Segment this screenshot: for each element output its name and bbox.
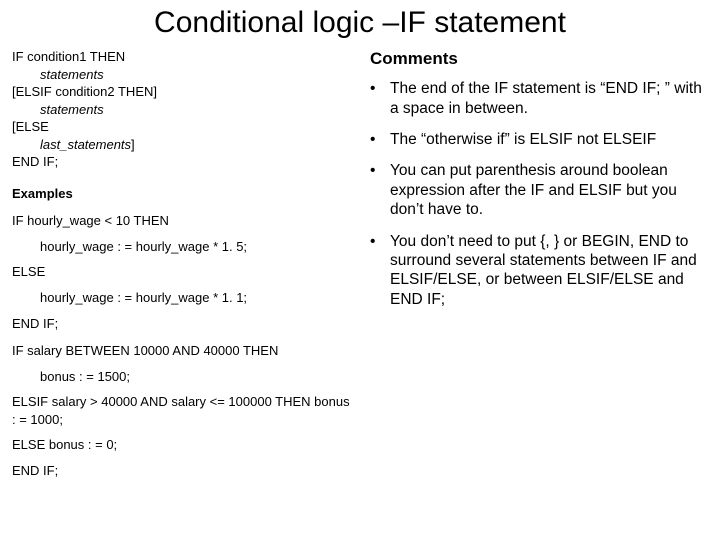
syntax-line-5: [ELSE [12, 118, 350, 136]
bullet-icon: • [370, 232, 390, 251]
comment-item-2: • The “otherwise if” is ELSIF not ELSEIF [370, 130, 708, 149]
bullet-icon: • [370, 161, 390, 180]
content-columns: IF condition1 THEN statements [ELSIF con… [0, 48, 720, 489]
comment-text-4: You don’t need to put {, } or BEGIN, END… [390, 232, 708, 310]
comment-item-1: • The end of the IF statement is “END IF… [370, 79, 708, 118]
example-1-line-3: ELSE [12, 263, 350, 281]
right-column: Comments • The end of the IF statement i… [360, 48, 708, 489]
syntax-line-1: IF condition1 THEN [12, 48, 350, 66]
example-2-line-3: ELSIF salary > 40000 AND salary <= 10000… [12, 393, 350, 428]
example-2-line-2: bonus : = 1500; [12, 368, 350, 386]
example-1-line-1: IF hourly_wage < 10 THEN [12, 212, 350, 230]
comment-text-3: You can put parenthesis around boolean e… [390, 161, 708, 219]
comment-text-2: The “otherwise if” is ELSIF not ELSEIF [390, 130, 708, 149]
example-1-line-5: END IF; [12, 315, 350, 333]
example-1-line-2: hourly_wage : = hourly_wage * 1. 5; [12, 238, 350, 256]
comment-item-3: • You can put parenthesis around boolean… [370, 161, 708, 219]
example-2-line-1: IF salary BETWEEN 10000 AND 40000 THEN [12, 342, 350, 360]
example-1: IF hourly_wage < 10 THEN hourly_wage : =… [12, 212, 350, 332]
example-2-line-4: ELSE bonus : = 0; [12, 436, 350, 454]
syntax-line-7: END IF; [12, 153, 350, 171]
left-column: IF condition1 THEN statements [ELSIF con… [12, 48, 360, 489]
syntax-line-6-suffix: ] [131, 137, 135, 152]
bullet-icon: • [370, 79, 390, 98]
example-2-line-5: END IF; [12, 462, 350, 480]
example-1-line-4: hourly_wage : = hourly_wage * 1. 1; [12, 289, 350, 307]
bullet-icon: • [370, 130, 390, 149]
syntax-line-6-italic: last_statements [40, 137, 131, 152]
syntax-line-4: statements [12, 101, 350, 119]
comment-text-1: The end of the IF statement is “END IF; … [390, 79, 708, 118]
comment-item-4: • You don’t need to put {, } or BEGIN, E… [370, 232, 708, 310]
examples-heading: Examples [12, 185, 350, 203]
syntax-block: IF condition1 THEN statements [ELSIF con… [12, 48, 350, 171]
page-title: Conditional logic –IF statement [0, 0, 720, 48]
comments-list: • The end of the IF statement is “END IF… [370, 79, 708, 309]
syntax-line-2: statements [12, 66, 350, 84]
syntax-line-3: [ELSIF condition2 THEN] [12, 83, 350, 101]
comments-heading: Comments [370, 48, 708, 69]
syntax-line-6: last_statements] [12, 136, 350, 154]
example-2: IF salary BETWEEN 10000 AND 40000 THEN b… [12, 342, 350, 479]
